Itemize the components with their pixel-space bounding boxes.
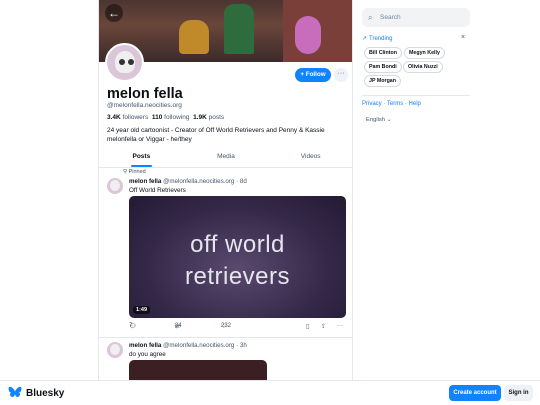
- tab-media[interactable]: Media: [184, 148, 269, 167]
- post-handle[interactable]: @melonfella.neocities.org: [163, 342, 234, 349]
- trending-chip[interactable]: Bill Clinton: [364, 47, 402, 59]
- trending-chip[interactable]: Olivia Nuzzi: [403, 61, 443, 73]
- bluesky-butterfly-icon: [8, 386, 22, 402]
- profile-stats: 3.4K followers 110 following 1.9K posts: [107, 114, 224, 121]
- pinned-text: Pinned: [128, 169, 146, 175]
- profile-avatar[interactable]: [105, 43, 144, 82]
- post-avatar[interactable]: [107, 178, 123, 194]
- language-select[interactable]: English ⌄: [366, 117, 392, 123]
- banner-character-pink: [295, 16, 321, 54]
- post-header: melon fella @melonfella.neocities.org · …: [129, 178, 247, 185]
- banner-character-green: [224, 4, 254, 54]
- trending-label: Trending: [369, 36, 393, 42]
- brand-name: Bluesky: [26, 388, 65, 399]
- bottom-bar: Bluesky Create account Sign in: [0, 380, 540, 405]
- trending-icon: ↗: [362, 36, 368, 42]
- pin-icon: ⚲: [123, 169, 128, 175]
- pinned-label: ⚲ Pinned: [123, 169, 146, 175]
- footer-links[interactable]: Privacy · Terms · Help: [362, 101, 421, 107]
- following-label[interactable]: following: [164, 114, 189, 121]
- post-text: Off World Retrievers: [129, 187, 186, 194]
- post-time[interactable]: · 8d: [236, 178, 247, 185]
- post-author[interactable]: melon fella: [129, 178, 161, 185]
- avatar-face: [110, 180, 120, 191]
- sidebar-divider: [362, 95, 470, 96]
- tab-posts[interactable]: Posts: [99, 148, 184, 167]
- share-icon: ⇪: [321, 324, 327, 330]
- close-trending-button[interactable]: ×: [461, 34, 465, 41]
- bookmark-icon: ▯: [306, 324, 310, 330]
- trending-chip[interactable]: Megyn Kelly: [404, 47, 445, 59]
- reply-count: 7: [129, 323, 133, 329]
- search-icon: ⌕: [368, 13, 373, 22]
- more-options-button[interactable]: ···: [334, 68, 348, 82]
- search-placeholder: Search: [380, 14, 401, 21]
- avatar-eye-left: [119, 59, 125, 65]
- trending-chip[interactable]: Pam Bondi: [364, 61, 402, 73]
- post-header: melon fella @melonfella.neocities.org · …: [129, 342, 247, 349]
- sign-in-button[interactable]: Sign in: [504, 385, 533, 401]
- profile-column: ← + Follow ··· melon fella @melonfella.n…: [98, 0, 353, 380]
- video-player[interactable]: off world retrievers 1:49: [129, 196, 346, 318]
- follow-button[interactable]: + Follow: [295, 68, 331, 82]
- right-sidebar: ⌕ Search ↗ Trending × Bill Clinton Megyn …: [362, 0, 472, 380]
- post-divider: [99, 337, 352, 338]
- profile-tabs: Posts Media Videos: [99, 148, 352, 168]
- video-duration: 1:49: [133, 306, 151, 314]
- posts-label: posts: [208, 114, 225, 121]
- search-input[interactable]: ⌕ Search: [362, 8, 470, 27]
- arrow-left-icon: ←: [108, 6, 120, 20]
- trending-chip[interactable]: JP Morgan: [364, 75, 401, 87]
- like-count: 232: [221, 323, 232, 329]
- profile-handle: @melonfella.neocities.org: [107, 102, 182, 109]
- repost-count: 84: [175, 323, 182, 329]
- back-button[interactable]: ←: [105, 4, 123, 22]
- post-time[interactable]: · 3h: [236, 342, 247, 349]
- followers-count[interactable]: 3.4K: [107, 114, 121, 121]
- post-media[interactable]: [129, 360, 267, 380]
- post-avatar[interactable]: [107, 342, 123, 358]
- followers-label[interactable]: followers: [123, 114, 149, 121]
- video-title-line1: off world: [190, 231, 285, 258]
- chevron-down-icon: ⌄: [386, 117, 392, 123]
- following-count[interactable]: 110: [152, 114, 163, 121]
- banner-character-yellow: [179, 20, 209, 54]
- posts-count: 1.9K: [193, 114, 207, 121]
- post-actions: 💬︎ 7 ⇄ 84 ♡ 232 ▯ ⇪ ···: [129, 323, 346, 333]
- post-text: do you agree: [129, 351, 166, 358]
- display-name: melon fella: [107, 86, 183, 102]
- post-handle[interactable]: @melonfella.neocities.org: [163, 178, 234, 185]
- profile-bio: 24 year old cartoonist - Creator of Off …: [107, 127, 325, 143]
- trending-header: ↗ Trending: [362, 35, 393, 42]
- post-author[interactable]: melon fella: [129, 342, 161, 349]
- language-label: English: [366, 117, 386, 123]
- tab-videos[interactable]: Videos: [268, 148, 352, 167]
- avatar-eye-right: [128, 59, 134, 65]
- more-icon: ···: [337, 323, 343, 329]
- video-title-line2: retrievers: [184, 263, 291, 290]
- avatar-face: [110, 344, 120, 355]
- create-account-button[interactable]: Create account: [449, 385, 501, 401]
